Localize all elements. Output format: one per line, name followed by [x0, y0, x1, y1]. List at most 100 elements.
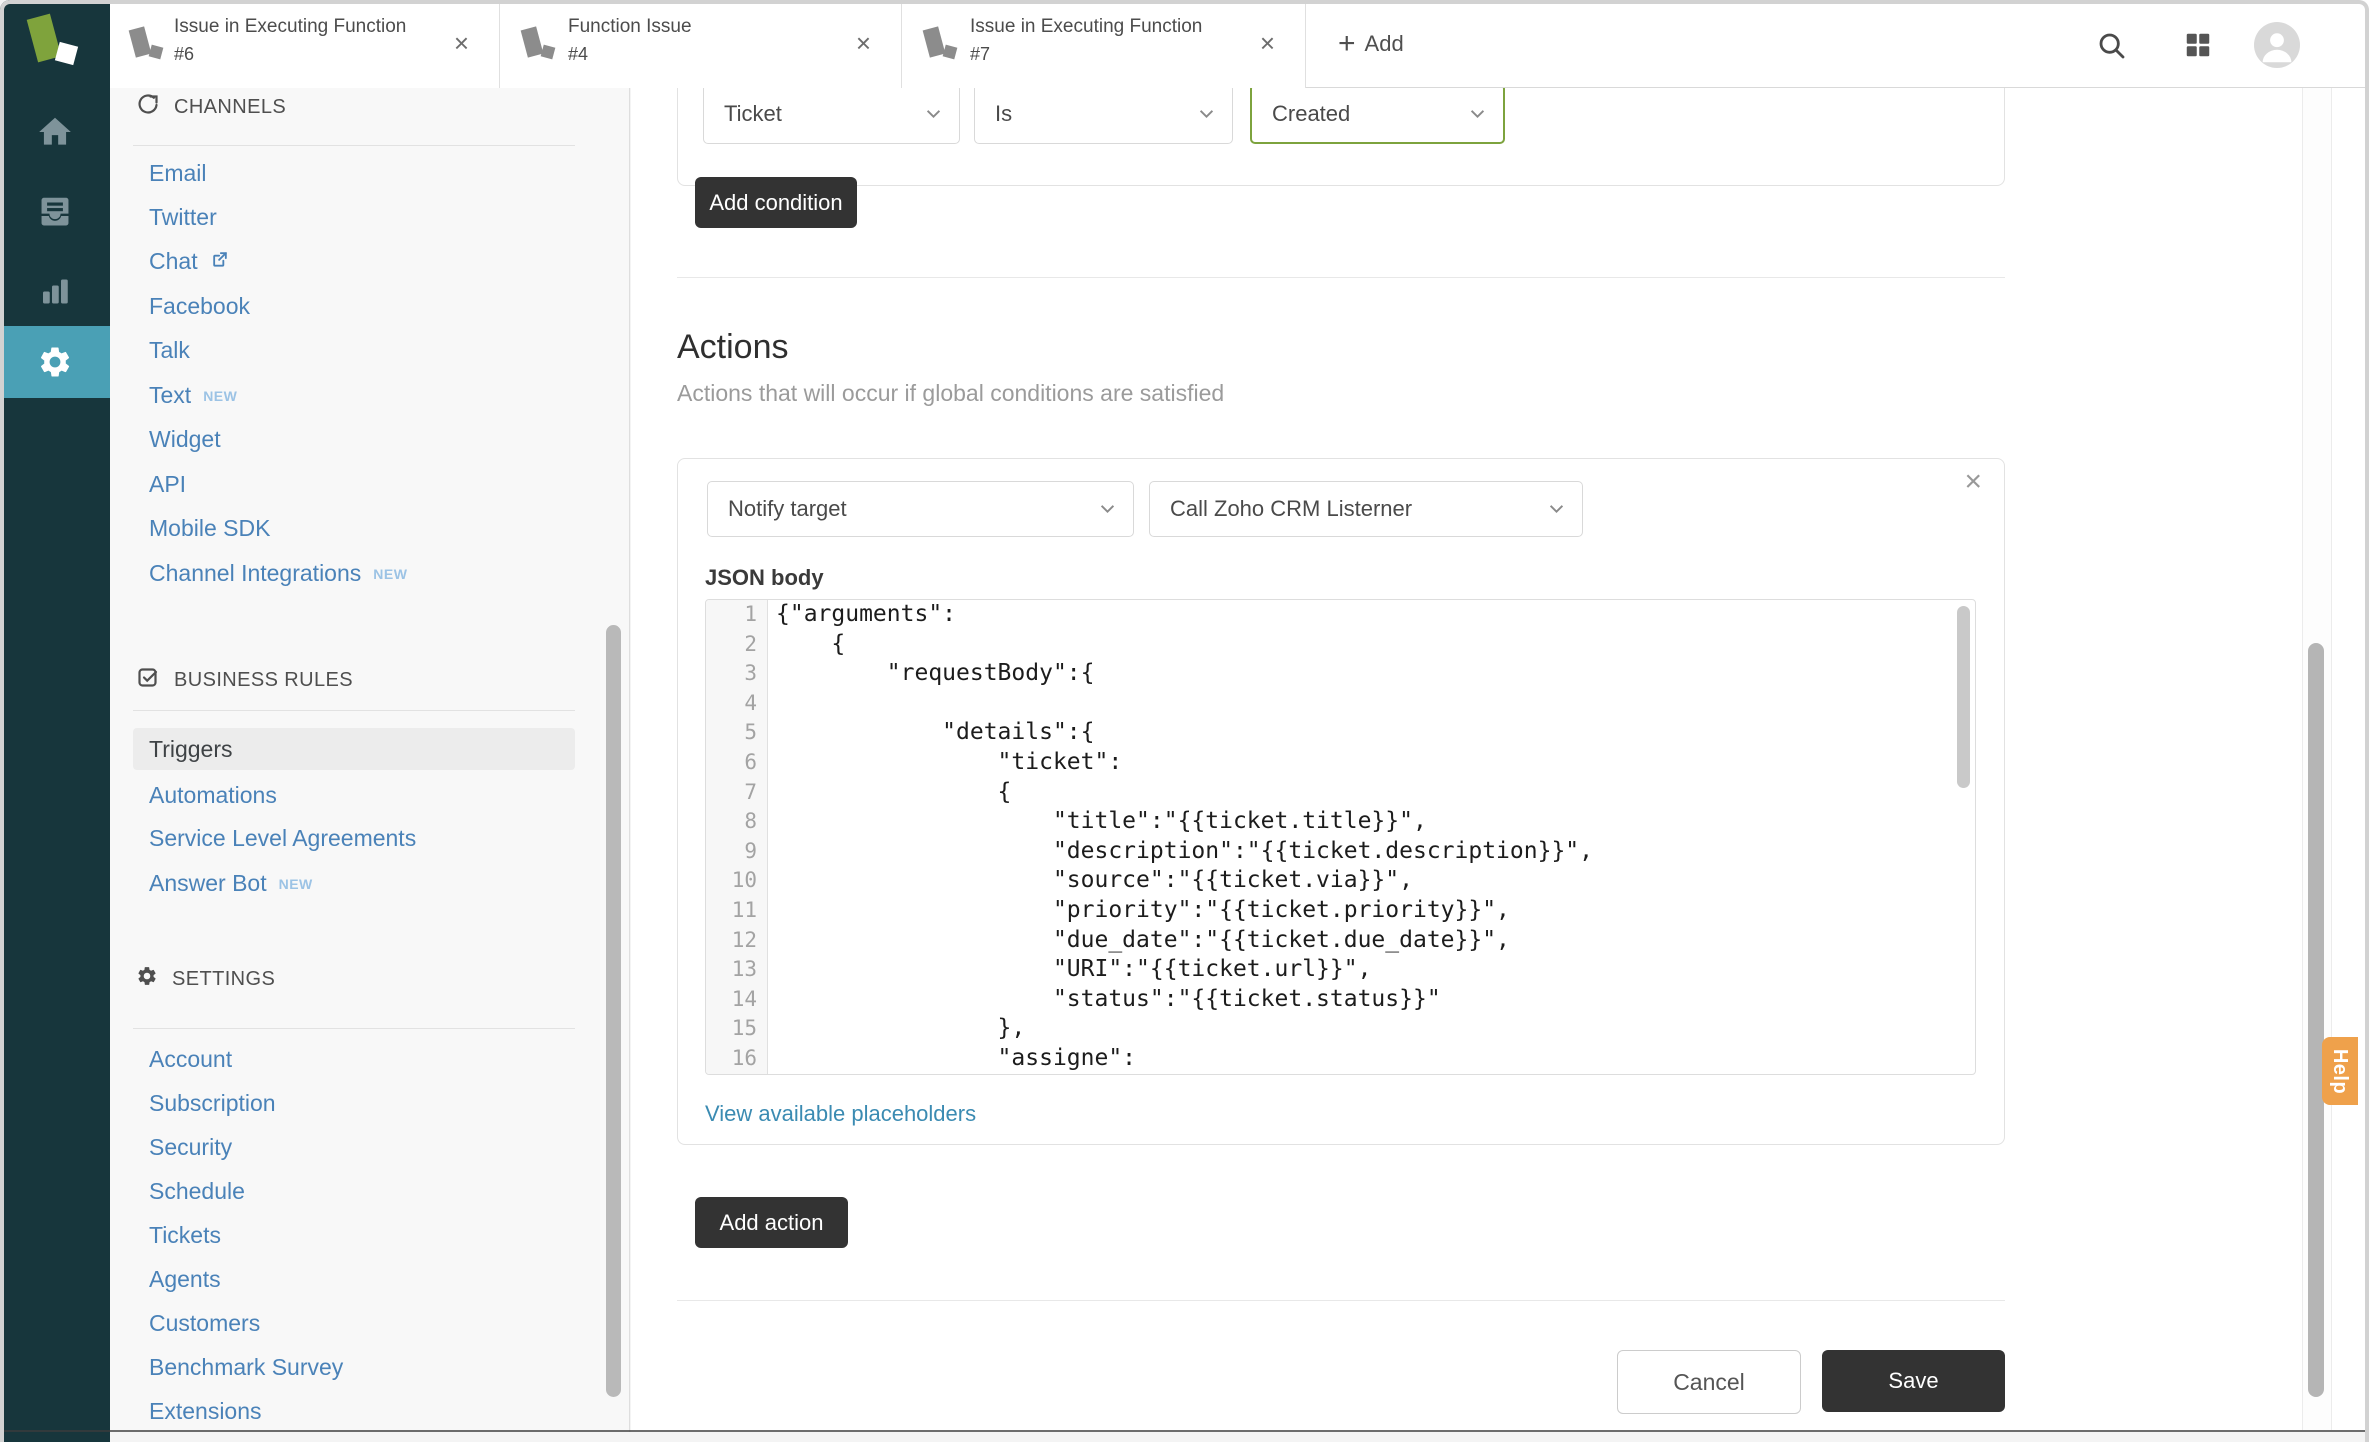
nav-item-facebook[interactable]: Facebook — [149, 293, 250, 320]
add-condition-button[interactable]: Add condition — [695, 177, 857, 228]
view-placeholders-link[interactable]: View available placeholders — [705, 1101, 976, 1127]
gear-icon — [37, 344, 73, 380]
channels-icon — [136, 92, 160, 122]
code-line: {"arguments": — [768, 600, 956, 630]
tab-ticket-4[interactable]: Function Issue #4 × — [500, 0, 902, 88]
action-type-select[interactable]: Notify target — [707, 481, 1134, 537]
icon-sidebar — [0, 0, 110, 1442]
nav-item-chat[interactable]: Chat — [149, 248, 230, 275]
code-line: { — [768, 630, 845, 660]
nav-item-account[interactable]: Account — [149, 1046, 232, 1073]
chevron-down-icon — [1199, 109, 1214, 119]
nav-item-extensions[interactable]: Extensions — [149, 1398, 262, 1425]
nav-item-api[interactable]: API — [149, 471, 186, 498]
ticket-favicon — [923, 26, 946, 57]
search-icon[interactable] — [2095, 29, 2127, 66]
sidebar-item-home[interactable] — [0, 96, 110, 168]
business-rules-icon — [136, 665, 160, 695]
nav-item-twitter[interactable]: Twitter — [149, 204, 217, 231]
close-tab-icon[interactable]: × — [856, 30, 871, 56]
nav-item-security[interactable]: Security — [149, 1134, 232, 1161]
divider — [677, 1300, 2005, 1301]
code-line: "due_date":"{{ticket.due_date}}", — [768, 926, 1510, 956]
line-number: 12 — [706, 926, 768, 956]
code-line: "priority":"{{ticket.priority}}", — [768, 896, 1510, 926]
tab-title: Issue in Executing Function — [174, 16, 406, 38]
nav-item-triggers[interactable]: Triggers — [133, 728, 575, 770]
tab-ticket-6[interactable]: Issue in Executing Function #6 × — [110, 0, 500, 88]
tab-number: #7 — [970, 44, 1202, 65]
nav-item-email[interactable]: Email — [149, 160, 207, 187]
code-line: "status":"{{ticket.status}}" — [768, 985, 1441, 1015]
condition-field-select[interactable]: Ticket — [703, 88, 960, 144]
nav-item-text[interactable]: Text NEW — [149, 382, 237, 409]
tab-title: Function Issue — [568, 16, 692, 38]
tab-ticket-7[interactable]: Issue in Executing Function #7 × — [902, 0, 1306, 88]
new-badge: NEW — [279, 876, 313, 892]
nav-item-customers[interactable]: Customers — [149, 1310, 260, 1337]
sidebar-item-admin-settings[interactable] — [0, 326, 110, 398]
ticket-favicon — [521, 26, 544, 57]
code-line: { — [768, 778, 1011, 808]
plus-icon: + — [1338, 29, 1356, 59]
apps-grid-icon[interactable] — [2183, 30, 2213, 65]
json-body-editor[interactable]: 1{"arguments": 2 { 3 "requestBody":{ 4 5… — [705, 599, 1976, 1075]
sidebar-item-reports[interactable] — [0, 254, 110, 326]
condition-operator-select[interactable]: Is — [974, 88, 1233, 144]
action-target-select[interactable]: Call Zoho CRM Listerner — [1149, 481, 1583, 537]
line-number: 5 — [706, 718, 768, 748]
line-number: 15 — [706, 1014, 768, 1044]
nav-item-service-level-agreements[interactable]: Service Level Agreements — [149, 825, 416, 852]
ticket-favicon-accent — [943, 45, 958, 60]
tab-bar: Issue in Executing Function #6 × Functio… — [110, 0, 2369, 88]
action-card: × Notify target Call Zoho CRM Listerner … — [677, 458, 2005, 1145]
add-action-button[interactable]: Add action — [695, 1197, 848, 1248]
editor-scrollbar-thumb[interactable] — [1957, 606, 1970, 788]
cancel-button[interactable]: Cancel — [1617, 1350, 1801, 1414]
help-tab[interactable]: Help — [2322, 1037, 2358, 1105]
external-link-icon — [210, 248, 230, 275]
actions-subtitle: Actions that will occur if global condit… — [677, 380, 1224, 407]
nav-item-benchmark-survey[interactable]: Benchmark Survey — [149, 1354, 343, 1381]
nav-section-settings: SETTINGS — [136, 965, 275, 993]
divider — [677, 277, 2005, 278]
sidebar-item-tickets[interactable] — [0, 176, 110, 248]
nav-scrollbar-thumb[interactable] — [606, 625, 621, 1397]
new-badge: NEW — [203, 388, 237, 404]
chevron-down-icon — [1100, 504, 1115, 514]
chevron-down-icon — [926, 109, 941, 119]
code-line: "description":"{{ticket.description}}", — [768, 837, 1593, 867]
save-button[interactable]: Save — [1822, 1350, 2005, 1412]
nav-item-automations[interactable]: Automations — [149, 782, 277, 809]
tab-number: #6 — [174, 44, 406, 65]
add-tab-button[interactable]: + Add — [1338, 0, 1404, 88]
line-number: 10 — [706, 866, 768, 896]
settings-nav-panel: CHANNELS Email Twitter Chat Facebook Tal… — [110, 88, 630, 1432]
nav-item-agents[interactable]: Agents — [149, 1266, 221, 1293]
new-badge: NEW — [373, 566, 407, 582]
line-number: 3 — [706, 659, 768, 689]
avatar[interactable] — [2254, 22, 2300, 68]
divider — [133, 145, 575, 146]
close-tab-icon[interactable]: × — [454, 30, 469, 56]
nav-item-tickets[interactable]: Tickets — [149, 1222, 221, 1249]
close-tab-icon[interactable]: × — [1260, 30, 1275, 56]
condition-value-select[interactable]: Created — [1250, 88, 1505, 144]
code-line: "source":"{{ticket.via}}", — [768, 866, 1413, 896]
code-line: "assigne": — [768, 1044, 1136, 1074]
line-number: 2 — [706, 630, 768, 660]
line-number: 13 — [706, 955, 768, 985]
settings-gear-icon — [136, 965, 158, 993]
main-scrollbar-thumb[interactable] — [2308, 643, 2324, 1397]
nav-item-subscription[interactable]: Subscription — [149, 1090, 276, 1117]
nav-item-answer-bot[interactable]: Answer Bot NEW — [149, 870, 313, 897]
nav-item-widget[interactable]: Widget — [149, 426, 221, 453]
nav-item-mobile-sdk[interactable]: Mobile SDK — [149, 515, 270, 542]
line-number: 11 — [706, 896, 768, 926]
nav-item-talk[interactable]: Talk — [149, 337, 190, 364]
remove-action-icon[interactable]: × — [1964, 467, 1982, 497]
nav-item-channel-integrations[interactable]: Channel Integrations NEW — [149, 560, 407, 587]
line-number: 16 — [706, 1044, 768, 1074]
nav-item-schedule[interactable]: Schedule — [149, 1178, 245, 1205]
home-icon — [36, 113, 74, 151]
